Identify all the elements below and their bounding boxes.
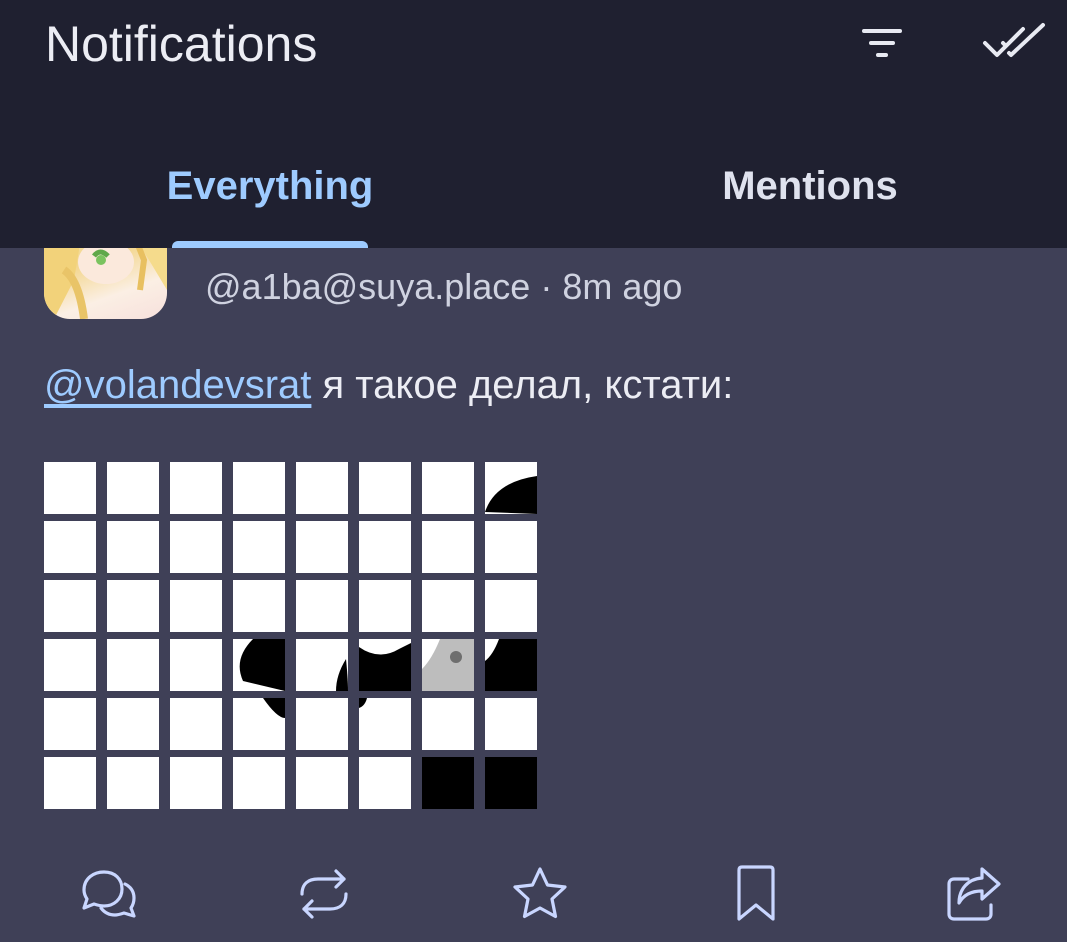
media-tile	[422, 639, 474, 691]
media-tile	[107, 462, 159, 514]
media-tile	[170, 580, 222, 632]
media-tile	[44, 639, 96, 691]
boost-icon	[300, 869, 348, 919]
active-tab-indicator	[172, 241, 368, 248]
bookmark-button[interactable]	[724, 862, 788, 926]
media-tile	[233, 698, 285, 750]
media-tile	[296, 521, 348, 573]
media-tile	[485, 462, 537, 514]
favourite-button[interactable]	[508, 862, 572, 926]
media-tile	[422, 757, 474, 809]
mark-all-read-button[interactable]	[978, 16, 1050, 70]
filter-icon	[862, 29, 902, 57]
media-tile	[170, 639, 222, 691]
media-tile	[107, 580, 159, 632]
tab-mentions[interactable]: Mentions	[680, 158, 940, 214]
reply-button[interactable]	[76, 862, 140, 926]
app-header: Notifications Everything Mentions	[0, 0, 1067, 248]
filter-button[interactable]	[852, 16, 912, 70]
media-tile	[44, 462, 96, 514]
post-body: я такое делал, кстати:	[311, 363, 734, 407]
media-tile	[107, 521, 159, 573]
media-tile	[44, 757, 96, 809]
media-tile	[359, 580, 411, 632]
double-check-icon	[983, 23, 1045, 57]
media-tile	[107, 698, 159, 750]
media-tile	[170, 757, 222, 809]
media-tile	[485, 757, 537, 809]
media-tile	[170, 521, 222, 573]
media-tile	[422, 580, 474, 632]
media-tile	[233, 639, 285, 691]
media-tile	[44, 521, 96, 573]
media-tile	[170, 462, 222, 514]
media-tile	[233, 580, 285, 632]
media-tile	[296, 462, 348, 514]
media-tile	[485, 521, 537, 573]
media-tile	[107, 639, 159, 691]
media-tile	[296, 580, 348, 632]
boost-button[interactable]	[292, 862, 356, 926]
author-handle[interactable]: @a1ba@suya.place	[205, 266, 530, 307]
media-tile	[359, 462, 411, 514]
media-tile	[296, 757, 348, 809]
separator: ·	[540, 266, 553, 307]
media-tile	[170, 698, 222, 750]
post-time: 8m ago	[562, 266, 683, 307]
star-icon	[513, 867, 567, 919]
mention-link[interactable]: @volandevsrat	[44, 363, 311, 407]
media-tile	[359, 639, 411, 691]
media-tile	[485, 580, 537, 632]
media-tile	[422, 462, 474, 514]
media-tile	[485, 698, 537, 750]
media-tile	[359, 521, 411, 573]
media-tile	[44, 580, 96, 632]
media-tile	[485, 639, 537, 691]
post-text: @volandevsrat я такое делал, кстати:	[44, 358, 733, 412]
media-tile	[422, 521, 474, 573]
media-tile	[107, 757, 159, 809]
share-button[interactable]	[942, 862, 1006, 926]
media-tile	[359, 698, 411, 750]
media-attachment[interactable]	[44, 462, 538, 809]
reply-icon	[82, 870, 136, 918]
media-tile	[44, 698, 96, 750]
media-tile	[233, 757, 285, 809]
media-tile	[296, 698, 348, 750]
page-title: Notifications	[45, 16, 318, 72]
bookmark-icon	[737, 865, 775, 921]
media-tile	[422, 698, 474, 750]
tab-everything[interactable]: Everything	[140, 158, 400, 214]
media-tile	[296, 639, 348, 691]
media-tile	[233, 521, 285, 573]
media-tile	[359, 757, 411, 809]
media-tile	[233, 462, 285, 514]
share-icon	[947, 867, 1001, 921]
post-meta: @a1ba@suya.place · 8m ago	[205, 262, 682, 312]
